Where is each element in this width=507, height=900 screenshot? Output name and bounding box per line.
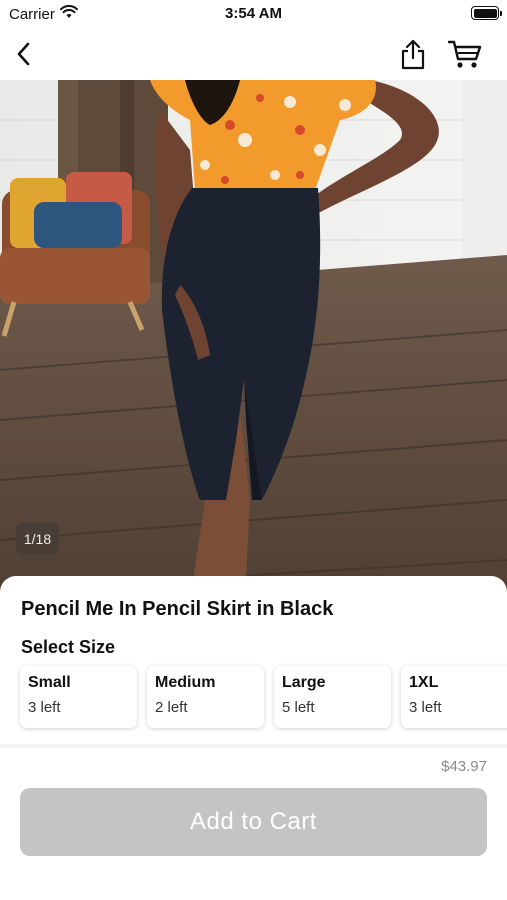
battery-fill	[473, 8, 497, 18]
divider	[0, 744, 507, 748]
size-name: Medium	[155, 674, 216, 691]
size-option-small[interactable]: Small 3 left	[20, 666, 137, 728]
product-image[interactable]: 1/18	[0, 80, 507, 600]
share-button[interactable]	[393, 34, 433, 74]
select-size-label: Select Size	[21, 637, 116, 657]
size-stock: 2 left	[155, 699, 188, 716]
back-button[interactable]	[4, 34, 44, 74]
share-icon	[401, 39, 425, 70]
size-name: Small	[28, 674, 71, 691]
product-title: Pencil Me In Pencil Skirt in Black	[21, 598, 334, 620]
size-options: Small 3 left Medium 2 left Large 5 left …	[20, 666, 507, 728]
image-counter: 1/18	[16, 522, 59, 555]
size-option-1xl[interactable]: 1XL 3 left	[401, 666, 507, 728]
battery-icon	[471, 6, 502, 20]
size-name: Large	[282, 674, 326, 691]
status-time: 3:54 AM	[225, 5, 282, 22]
size-name: 1XL	[409, 674, 439, 691]
cart-icon	[448, 40, 482, 68]
size-option-medium[interactable]: Medium 2 left	[147, 666, 264, 728]
status-bar: Carrier 3:54 AM	[0, 0, 507, 28]
product-photo-illustration	[0, 80, 507, 600]
size-stock: 3 left	[28, 699, 61, 716]
size-option-large[interactable]: Large 5 left	[274, 666, 391, 728]
size-stock: 5 left	[282, 699, 315, 716]
size-stock: 3 left	[409, 699, 442, 716]
nav-bar	[0, 28, 507, 80]
chevron-left-icon	[17, 42, 30, 66]
price-label: $43.97	[441, 758, 487, 775]
cart-button[interactable]	[445, 34, 485, 74]
add-to-cart-button[interactable]: Add to Cart	[20, 788, 487, 856]
product-sheet: Pencil Me In Pencil Skirt in Black Selec…	[0, 576, 507, 900]
